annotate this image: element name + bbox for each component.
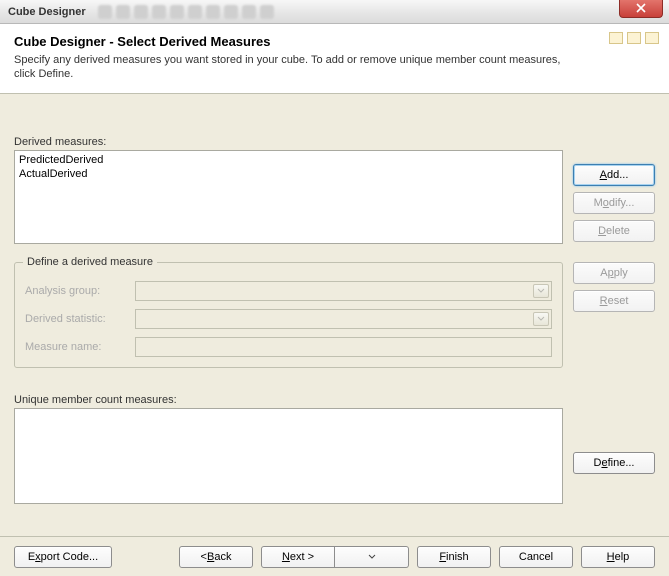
derived-statistic-label: Derived statistic: (25, 313, 135, 325)
derived-measures-label: Derived measures: (14, 136, 655, 148)
help-button[interactable]: HelpHelp (581, 546, 655, 568)
close-icon (636, 3, 646, 13)
cancel-button[interactable]: Cancel (499, 546, 573, 568)
header-decor-icons (609, 32, 659, 44)
derived-measures-list[interactable]: PredictedDerived ActualDerived (14, 150, 563, 244)
finish-button[interactable]: FinishFinish (417, 546, 491, 568)
umc-label: Unique member count measures: (14, 394, 655, 406)
toolbar-blurred (98, 5, 274, 19)
define-derived-groupbox: Define a derived measure Analysis group:… (14, 262, 563, 368)
page-description: Specify any derived measures you want st… (14, 53, 574, 81)
window-title: Cube Designer (8, 6, 86, 18)
define-button[interactable]: Define...Define... (573, 452, 655, 474)
measure-name-input (135, 337, 552, 357)
close-button[interactable] (619, 0, 663, 18)
analysis-group-label: Analysis group: (25, 285, 135, 297)
wizard-header: Cube Designer - Select Derived Measures … (0, 24, 669, 94)
measure-name-label: Measure name: (25, 341, 135, 353)
next-button[interactable]: Next >Next > (261, 546, 335, 568)
apply-button: ApplyApply (573, 262, 655, 284)
chevron-down-icon (533, 284, 549, 298)
titlebar: Cube Designer (0, 0, 669, 24)
analysis-group-combo (135, 281, 552, 301)
groupbox-legend: Define a derived measure (23, 256, 157, 268)
derived-statistic-combo (135, 309, 552, 329)
back-button[interactable]: < Back< Back (179, 546, 253, 568)
reset-button: ResetReset (573, 290, 655, 312)
export-code-button[interactable]: Export Code...Export Code... (14, 546, 112, 568)
next-dropdown-button[interactable] (335, 546, 409, 568)
add-button[interactable]: AAdd...dd... (573, 164, 655, 186)
wizard-footer: Export Code...Export Code... < Back< Bac… (0, 536, 669, 576)
list-item[interactable]: ActualDerived (19, 167, 558, 181)
modify-button: Modify...Modify... (573, 192, 655, 214)
chevron-down-icon (368, 554, 376, 560)
chevron-down-icon (533, 312, 549, 326)
umc-list[interactable] (14, 408, 563, 504)
content-area: Derived measures: PredictedDerived Actua… (0, 94, 669, 514)
page-title: Cube Designer - Select Derived Measures (14, 34, 655, 49)
delete-button: DeleteDelete (573, 220, 655, 242)
list-item[interactable]: PredictedDerived (19, 153, 558, 167)
